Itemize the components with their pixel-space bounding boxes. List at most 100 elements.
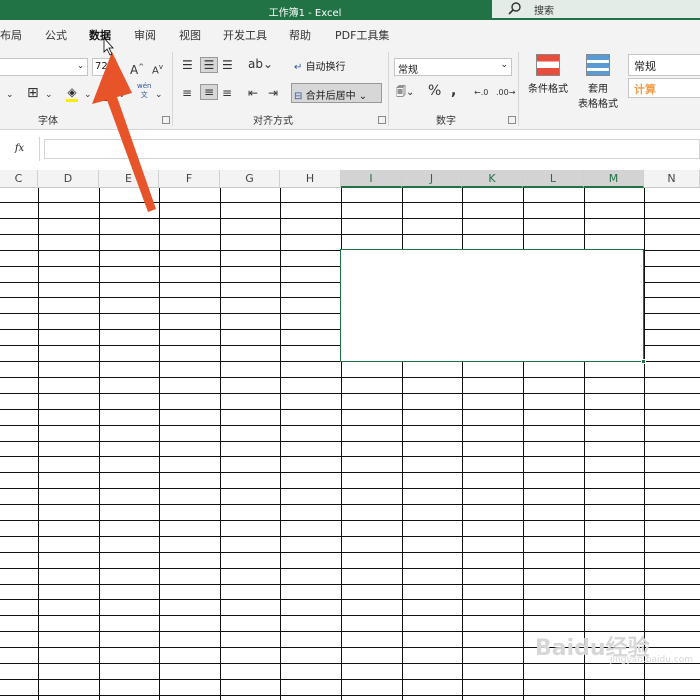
phonetic-icon-text: wén — [137, 82, 152, 90]
tab-data[interactable]: 数据 — [89, 27, 111, 43]
column-header-K[interactable]: K — [462, 170, 523, 188]
tab-developer[interactable]: 开发工具 — [223, 27, 267, 43]
number-format-value: 常规 — [398, 65, 418, 76]
search-box[interactable]: 搜索 — [492, 0, 700, 18]
decrease-indent-icon[interactable]: ⇤ — [248, 86, 258, 100]
currency-icon[interactable]: 🗐⌄ — [396, 86, 414, 100]
chevron-down-icon[interactable]: ⌄ — [155, 88, 163, 102]
font-size-dropdown[interactable]: 72 — [92, 58, 116, 76]
tab-view[interactable]: 视图 — [179, 27, 201, 43]
style-calc[interactable]: 计算 — [628, 78, 700, 98]
chevron-down-icon[interactable]: ⌄ — [45, 88, 53, 102]
align-center-icon[interactable]: ≡ — [200, 84, 218, 100]
column-header-D[interactable]: D — [38, 170, 99, 188]
tab-review[interactable]: 审阅 — [134, 27, 156, 43]
column-header-H[interactable]: H — [280, 170, 341, 188]
font-color-icon[interactable]: A — [100, 84, 112, 101]
grid-row-line — [0, 679, 700, 680]
increase-font-icon[interactable]: A^ — [130, 60, 144, 77]
wrap-text-button[interactable]: ↵ 自动换行 — [294, 58, 346, 73]
grid-row-line — [0, 425, 700, 426]
column-header-L[interactable]: L — [523, 170, 584, 188]
grid-row-line — [0, 663, 700, 664]
orientation-icon[interactable]: ab⌄ — [248, 57, 273, 71]
increase-decimal-icon[interactable]: ←.0 — [474, 86, 488, 100]
align-dialog-launcher-icon[interactable] — [378, 116, 386, 124]
number-format-dropdown[interactable]: 常规 ⌄ — [394, 58, 512, 76]
grid-row-line — [0, 441, 700, 442]
percent-icon[interactable]: % — [428, 84, 441, 98]
grid-row-line — [0, 584, 700, 585]
grid-row-line — [0, 520, 700, 521]
grid-row-line — [0, 409, 700, 410]
menu-bar: 布局 公式 数据 审阅 视图 开发工具 帮助 PDF工具集 — [0, 20, 700, 48]
grid-row-line — [0, 568, 700, 569]
grid-column-line — [644, 188, 645, 700]
align-top-icon[interactable]: ☰ — [182, 58, 193, 72]
comma-style-icon[interactable]: , — [451, 84, 456, 98]
decrease-font-icon[interactable]: Av — [152, 60, 163, 78]
formula-bar: fx — [0, 137, 700, 161]
border-icon[interactable]: ⊞ — [27, 86, 39, 100]
conditional-format-icon — [536, 54, 560, 76]
chevron-down-icon[interactable]: ⌄ — [118, 88, 126, 102]
chevron-down-icon: ⌄ — [77, 61, 84, 70]
phonetic-guide-icon[interactable]: wén 文 — [137, 82, 151, 100]
group-font-label: 字体 — [38, 116, 58, 127]
grid-row-line — [0, 695, 700, 696]
merge-center-button[interactable]: ⊟ 合并后居中 ⌄ — [291, 83, 382, 103]
align-bottom-icon[interactable]: ☰ — [222, 58, 233, 72]
conditional-format-button[interactable]: 条件格式 — [524, 54, 572, 110]
conditional-format-label: 条件格式 — [528, 84, 568, 95]
column-header-M[interactable]: M — [584, 170, 644, 188]
grid-column-line — [38, 188, 39, 700]
number-dialog-launcher-icon[interactable] — [508, 116, 516, 124]
table-format-button[interactable]: 套用 表格格式 — [572, 54, 624, 116]
tab-formulas[interactable]: 公式 — [45, 27, 67, 43]
align-right-icon[interactable]: ≡ — [222, 86, 232, 100]
table-format-label-2: 表格格式 — [578, 99, 618, 110]
table-format-icon — [586, 54, 610, 76]
grid-row-line — [0, 377, 700, 378]
grid-row-line — [0, 615, 700, 616]
column-header-J[interactable]: J — [402, 170, 462, 188]
fx-icon[interactable]: fx — [0, 137, 40, 161]
phonetic-icon-sub: 文 — [140, 91, 148, 99]
chevron-down-icon[interactable]: ⌄ — [84, 88, 92, 102]
chevron-down-icon[interactable]: ⌄ — [6, 88, 14, 102]
column-header-N[interactable]: N — [644, 170, 700, 188]
grid-row-line — [0, 202, 700, 203]
tab-help[interactable]: 帮助 — [289, 27, 311, 43]
merge-icon: ⊟ — [294, 91, 303, 102]
fill-handle[interactable] — [641, 359, 646, 364]
group-number-label: 数字 — [436, 116, 456, 127]
grid-row-line — [0, 456, 700, 457]
decrease-decimal-icon[interactable]: .00→ — [496, 86, 515, 100]
divider — [388, 52, 389, 126]
column-header-G[interactable]: G — [220, 170, 280, 188]
column-header-I[interactable]: I — [341, 170, 402, 188]
tab-pdf-tools[interactable]: PDF工具集 — [335, 27, 389, 43]
column-header-C[interactable]: C — [0, 170, 38, 188]
column-header-F[interactable]: F — [159, 170, 220, 188]
table-format-label-1: 套用 — [588, 84, 608, 95]
font-dialog-launcher-icon[interactable] — [162, 116, 170, 124]
formula-input[interactable] — [44, 139, 700, 159]
font-name-dropdown[interactable]: ⌄ — [0, 58, 88, 76]
search-icon — [508, 2, 521, 15]
tab-layout[interactable]: 布局 — [0, 27, 22, 43]
style-normal[interactable]: 常规 — [628, 54, 700, 76]
grid-column-line — [159, 188, 160, 700]
watermark-url: jingyan.baidu.com — [610, 655, 694, 665]
merge-center-label: 合并后居中 — [305, 91, 356, 102]
align-left-icon[interactable]: ≡ — [182, 86, 192, 100]
grid-row-line — [0, 472, 700, 473]
column-header-E[interactable]: E — [99, 170, 159, 188]
grid-column-line — [99, 188, 100, 700]
merged-cell-selection[interactable] — [340, 249, 644, 362]
increase-indent-icon[interactable]: ⇥ — [268, 86, 278, 100]
wrap-text-icon: ↵ — [294, 62, 306, 73]
grid-row-line — [0, 504, 700, 505]
align-middle-icon[interactable]: ☰ — [200, 57, 218, 73]
fill-color-icon[interactable]: ◈ — [66, 85, 78, 102]
